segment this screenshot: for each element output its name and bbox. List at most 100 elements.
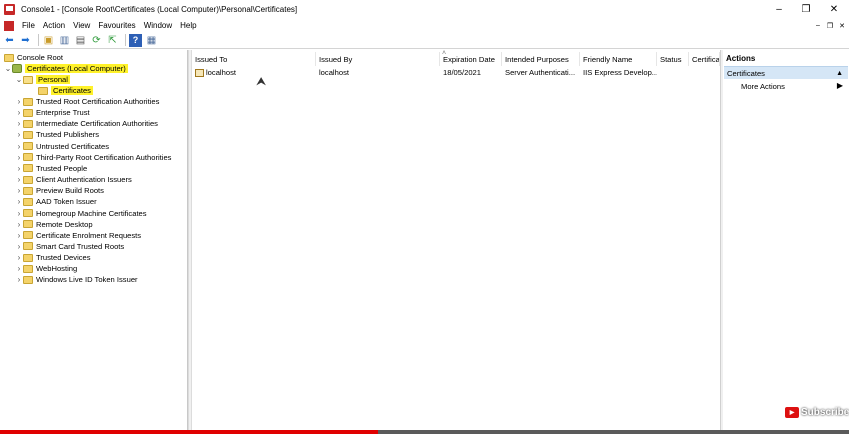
column-header-status[interactable]: Status <box>657 52 689 66</box>
column-header-expiration-date[interactable]: Expiration Date <box>440 52 502 66</box>
column-header-intended-purposes[interactable]: Intended Purposes <box>502 52 580 66</box>
mmc-app-icon[interactable] <box>4 4 15 15</box>
chevron-right-icon[interactable]: › <box>15 119 23 128</box>
menu-bar: File Action View Favourites Window Help <box>0 19 849 32</box>
tree-item-store[interactable]: › Untrusted Certificates <box>15 141 109 152</box>
chevron-right-icon[interactable]: › <box>15 108 23 117</box>
close-button[interactable]: ✕ <box>820 0 848 19</box>
chevron-right-icon[interactable]: › <box>15 153 23 162</box>
tree-item-store[interactable]: › Enterprise Trust <box>15 107 90 118</box>
minimize-button[interactable]: – <box>765 0 793 19</box>
chevron-right-icon[interactable]: › <box>15 264 23 273</box>
video-progress-fill <box>0 430 378 434</box>
actions-section-certificates[interactable]: Certificates ▲ <box>724 66 848 79</box>
folder-icon <box>23 231 33 240</box>
menu-view[interactable]: View <box>73 21 90 30</box>
chevron-right-icon[interactable]: › <box>15 242 23 251</box>
tree-item-store[interactable]: › Certificate Enrolment Requests <box>15 230 141 241</box>
folder-icon <box>23 130 33 139</box>
forward-arrow-icon[interactable]: ➡ <box>19 34 32 47</box>
up-folder-icon[interactable]: ▣ <box>42 34 55 47</box>
toolbar-separator <box>125 34 126 46</box>
back-arrow-icon[interactable]: ⬅ <box>3 34 16 47</box>
folder-icon <box>23 142 33 151</box>
chevron-right-icon[interactable]: › <box>15 164 23 173</box>
tree-item-label: Certificate Enrolment Requests <box>36 230 142 240</box>
video-progress-bar[interactable] <box>0 430 849 434</box>
table-row[interactable]: localhost <box>192 67 316 78</box>
tree-item-certificates-local-computer[interactable]: ⌄ Certificates (Local Computer) <box>4 63 128 74</box>
tree-item-store[interactable]: › Client Authentication Issuers <box>15 174 132 185</box>
folder-icon <box>23 275 33 284</box>
toolbar: ⬅ ➡ ▣ ▥ ▤ ⟳ ⇱ ? ▦ <box>0 32 849 49</box>
actions-section-label: Certificates <box>727 68 765 78</box>
column-header-issued-by[interactable]: Issued By <box>316 52 440 66</box>
tree-item-store[interactable]: › Intermediate Certification Authorities <box>15 118 158 129</box>
tree-item-store[interactable]: › Remote Desktop <box>15 219 93 230</box>
mdi-restore-button[interactable]: ❐ <box>824 19 836 32</box>
chevron-right-icon[interactable]: › <box>15 175 23 184</box>
chevron-down-icon[interactable]: ⌄ <box>4 64 12 73</box>
tree-item-store[interactable]: › Preview Build Roots <box>15 185 104 196</box>
tree-item-label: Console Root <box>17 53 64 62</box>
certificate-list: ˄ Issued To Issued By Expiration Date In… <box>192 50 720 432</box>
maximize-button[interactable]: ❐ <box>792 0 820 19</box>
mdi-close-button[interactable]: ✕ <box>836 19 848 32</box>
tree-item-certificates[interactable]: Certificates <box>38 85 93 96</box>
column-header-friendly-name[interactable]: Friendly Name <box>580 52 657 66</box>
folder-icon <box>23 209 33 217</box>
menu-favourites[interactable]: Favourites <box>98 21 135 30</box>
tree-item-label: Windows Live ID Token Issuer <box>36 275 138 285</box>
column-header-certificate-template[interactable]: Certifica <box>689 52 720 66</box>
tree-item-store[interactable]: › AAD Token Issuer <box>15 196 97 207</box>
refresh-icon[interactable]: ⟳ <box>90 34 103 47</box>
chevron-right-icon[interactable]: › <box>15 275 23 284</box>
console-window-icon[interactable] <box>4 20 14 31</box>
menu-action[interactable]: Action <box>43 21 65 30</box>
mdi-minimize-button[interactable]: – <box>812 19 824 32</box>
tree-item-store[interactable]: › Third-Party Root Certification Authorit… <box>15 152 172 163</box>
tree-item-console-root[interactable]: Console Root <box>4 52 63 63</box>
properties-icon[interactable]: ▤ <box>74 34 87 47</box>
chevron-right-icon[interactable]: › <box>15 197 23 206</box>
show-hide-tree-icon[interactable]: ▥ <box>58 34 71 47</box>
help-icon[interactable]: ? <box>129 33 142 47</box>
column-header-issued-to[interactable]: Issued To <box>192 52 316 66</box>
chevron-right-icon[interactable]: › <box>15 186 23 195</box>
toolbar-separator <box>38 34 39 46</box>
chevron-right-icon[interactable]: › <box>15 130 23 139</box>
folder-open-icon <box>23 75 33 84</box>
actions-pane: Actions Certificates ▲ More Actions ▶ <box>723 50 849 432</box>
submenu-arrow-icon[interactable]: ▶ <box>837 81 843 90</box>
more-actions-link[interactable]: More Actions <box>741 82 785 91</box>
export-list-icon[interactable]: ⇱ <box>106 34 119 47</box>
tree-item-personal[interactable]: ⌄ Personal <box>15 74 70 85</box>
menu-window[interactable]: Window <box>144 21 172 30</box>
tree-item-store[interactable]: › Trusted People <box>15 163 88 174</box>
tree-item-store[interactable]: › Trusted Root Certification Authorities <box>15 96 160 107</box>
chevron-right-icon[interactable]: › <box>15 209 23 218</box>
tree-item-store[interactable]: › Windows Live ID Token Issuer <box>15 274 138 285</box>
chevron-right-icon[interactable]: › <box>15 253 23 262</box>
tree-item-store[interactable]: › WebHosting <box>15 263 78 274</box>
collapse-arrow-icon[interactable]: ▲ <box>836 70 843 77</box>
chevron-right-icon[interactable]: › <box>15 142 23 151</box>
subscribe-badge[interactable]: ▶ Subscribe <box>785 405 849 420</box>
chevron-right-icon[interactable]: › <box>15 231 23 240</box>
show-hide-action-pane-icon[interactable]: ▦ <box>145 34 158 47</box>
menu-help[interactable]: Help <box>180 21 196 30</box>
folder-icon <box>23 153 33 162</box>
folder-icon <box>23 119 33 128</box>
folder-icon <box>23 175 33 184</box>
folder-icon <box>23 97 33 106</box>
menu-file[interactable]: File <box>22 21 35 30</box>
tree-item-store[interactable]: › Smart Card Trusted Roots <box>15 241 125 252</box>
actions-title: Actions <box>726 54 756 63</box>
tree-item-store[interactable]: › Trusted Publishers <box>15 129 99 140</box>
chevron-right-icon[interactable]: › <box>15 97 23 106</box>
tree-item-store[interactable]: › Trusted Devices <box>15 252 91 263</box>
chevron-right-icon[interactable]: › <box>15 220 23 229</box>
tree-item-store[interactable]: › Homegroup Machine Certificates <box>15 208 147 219</box>
chevron-down-icon[interactable]: ⌄ <box>15 75 23 84</box>
tree-item-label: AAD Token Issuer <box>36 197 97 207</box>
